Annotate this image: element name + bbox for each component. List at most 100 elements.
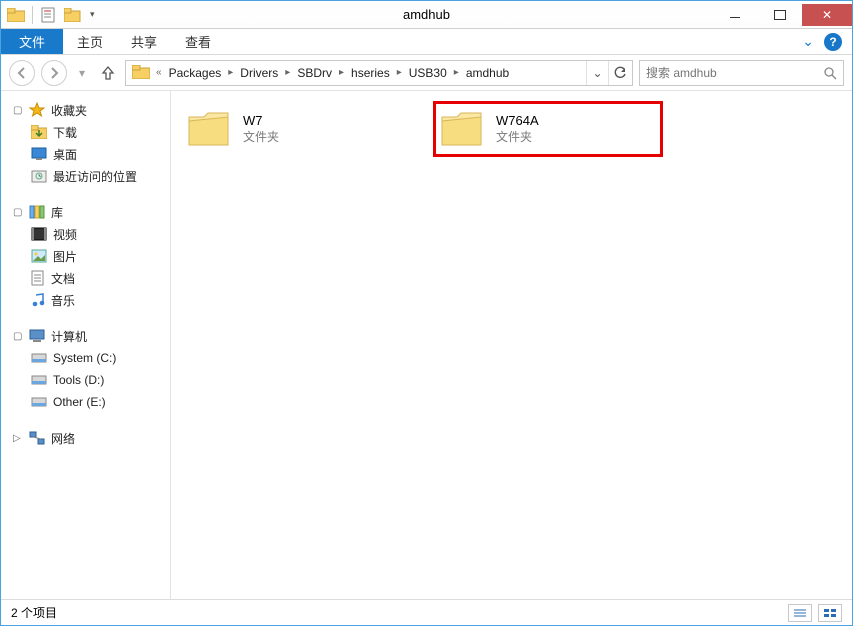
crumb[interactable]: amdhub (461, 61, 514, 85)
crumb[interactable]: SBDrv (292, 61, 337, 85)
window-controls (712, 4, 852, 26)
collapse-icon[interactable]: ▢ (13, 207, 23, 218)
drive-icon (31, 396, 47, 408)
chevron-right-icon[interactable]: ▸ (452, 67, 461, 78)
tree-drive-d[interactable]: Tools (D:) (9, 369, 170, 391)
music-icon (31, 292, 45, 308)
separator-icon (32, 6, 33, 24)
library-icon (29, 205, 45, 219)
qat-dropdown-icon[interactable]: ▾ (86, 9, 99, 20)
tree-label: 下载 (53, 124, 77, 141)
chevron-right-icon[interactable]: ▸ (337, 67, 346, 78)
star-icon (29, 102, 45, 118)
chevron-right-icon[interactable]: ▸ (226, 67, 235, 78)
tree-drive-c[interactable]: System (C:) (9, 347, 170, 369)
crumb[interactable]: hseries (346, 61, 395, 85)
tab-share[interactable]: 共享 (117, 29, 171, 54)
tree-label: 桌面 (53, 146, 77, 163)
up-button[interactable] (97, 62, 119, 84)
tab-home[interactable]: 主页 (63, 29, 117, 54)
tree-music[interactable]: 音乐 (9, 289, 170, 311)
tree-favorites[interactable]: ▢ 收藏夹 (9, 99, 170, 121)
tree-videos[interactable]: 视频 (9, 223, 170, 245)
tree-label: 计算机 (51, 328, 87, 345)
tree-computer[interactable]: ▢ 计算机 (9, 325, 170, 347)
forward-button[interactable] (41, 60, 67, 86)
tree-libraries[interactable]: ▢ 库 (9, 201, 170, 223)
item-type: 文件夹 (243, 128, 279, 145)
crumb[interactable]: Drivers (235, 61, 283, 85)
tree-group-favorites: ▢ 收藏夹 下载 桌面 最近访问的位置 (9, 99, 170, 187)
tab-file[interactable]: 文件 (1, 29, 63, 54)
expand-icon[interactable]: ▷ (13, 433, 23, 444)
tree-drive-e[interactable]: Other (E:) (9, 391, 170, 413)
folder-item-highlighted[interactable]: W764A 文件夹 (433, 101, 663, 157)
address-dropdown-icon[interactable]: ⌄ (586, 61, 608, 85)
nav-tree[interactable]: ▢ 收藏夹 下载 桌面 最近访问的位置 (1, 91, 171, 599)
status-text: 2 个项目 (11, 604, 57, 621)
tree-group-libraries: ▢ 库 视频 图片 文档 音乐 (9, 201, 170, 311)
tree-desktop[interactable]: 桌面 (9, 143, 170, 165)
folder-icon (438, 107, 486, 151)
tree-label: 文档 (51, 270, 75, 287)
refresh-icon[interactable] (608, 61, 630, 85)
search-input[interactable] (646, 66, 823, 80)
crumb[interactable]: Packages (164, 61, 227, 85)
item-name: W764A (496, 113, 539, 128)
explorer-window: ▾ amdhub 文件 主页 共享 查看 ⌄ ? ▾ (0, 0, 853, 626)
tree-downloads[interactable]: 下载 (9, 121, 170, 143)
chevron-right-icon[interactable]: ▸ (283, 67, 292, 78)
item-type: 文件夹 (496, 128, 539, 145)
crumb[interactable]: USB30 (404, 61, 452, 85)
tree-label: 音乐 (51, 292, 75, 309)
drive-icon (31, 352, 47, 364)
tree-network[interactable]: ▷ 网络 (9, 427, 170, 449)
folder-icon (31, 125, 47, 139)
minimize-button[interactable] (712, 4, 757, 26)
back-button[interactable] (9, 60, 35, 86)
tree-recent[interactable]: 最近访问的位置 (9, 165, 170, 187)
address-bar[interactable]: « Packages▸ Drivers▸ SBDrv▸ hseries▸ USB… (125, 60, 633, 86)
tree-group-network: ▷ 网络 (9, 427, 170, 449)
nav-row: ▾ « Packages▸ Drivers▸ SBDrv▸ hseries▸ U… (1, 55, 852, 91)
tree-group-computer: ▢ 计算机 System (C:) Tools (D:) Other (E:) (9, 325, 170, 413)
close-button[interactable] (802, 4, 852, 26)
tree-label: Tools (D:) (53, 373, 104, 387)
drive-icon (31, 374, 47, 386)
view-details-icon[interactable] (788, 604, 812, 622)
tree-label: 图片 (53, 248, 77, 265)
title-bar: ▾ amdhub (1, 1, 852, 29)
help-icon[interactable]: ? (824, 33, 842, 51)
computer-icon (29, 329, 45, 343)
collapse-icon[interactable]: ▢ (13, 105, 23, 116)
maximize-button[interactable] (757, 4, 802, 26)
tree-pictures[interactable]: 图片 (9, 245, 170, 267)
chevron-right-icon[interactable]: ▸ (395, 67, 404, 78)
search-box[interactable] (639, 60, 844, 86)
video-icon (31, 227, 47, 241)
recent-locations-icon[interactable]: ▾ (73, 64, 91, 82)
ribbon-tabs: 文件 主页 共享 查看 ⌄ ? (1, 29, 852, 55)
new-folder-icon[interactable] (62, 4, 84, 26)
folder-icon (132, 65, 150, 81)
body: ▢ 收藏夹 下载 桌面 最近访问的位置 (1, 91, 852, 599)
collapse-icon[interactable]: ▢ (13, 331, 23, 342)
tree-label: 库 (51, 204, 63, 221)
tree-label: Other (E:) (53, 395, 106, 409)
properties-icon[interactable] (38, 4, 60, 26)
folder-icon (185, 107, 233, 151)
network-icon (29, 431, 45, 445)
tree-label: System (C:) (53, 351, 116, 365)
ribbon-expand-icon[interactable]: ⌄ (802, 33, 814, 50)
tab-view[interactable]: 查看 (171, 29, 225, 54)
tree-label: 视频 (53, 226, 77, 243)
tree-documents[interactable]: 文档 (9, 267, 170, 289)
picture-icon (31, 249, 47, 263)
document-icon (31, 270, 45, 286)
content-pane[interactable]: W7 文件夹 W764A 文件夹 (171, 91, 852, 599)
search-icon[interactable] (823, 66, 837, 80)
view-large-icons-icon[interactable] (818, 604, 842, 622)
chevron-icon[interactable]: « (154, 67, 164, 78)
folder-item[interactable]: W7 文件夹 (183, 101, 413, 157)
tree-label: 收藏夹 (51, 102, 87, 119)
